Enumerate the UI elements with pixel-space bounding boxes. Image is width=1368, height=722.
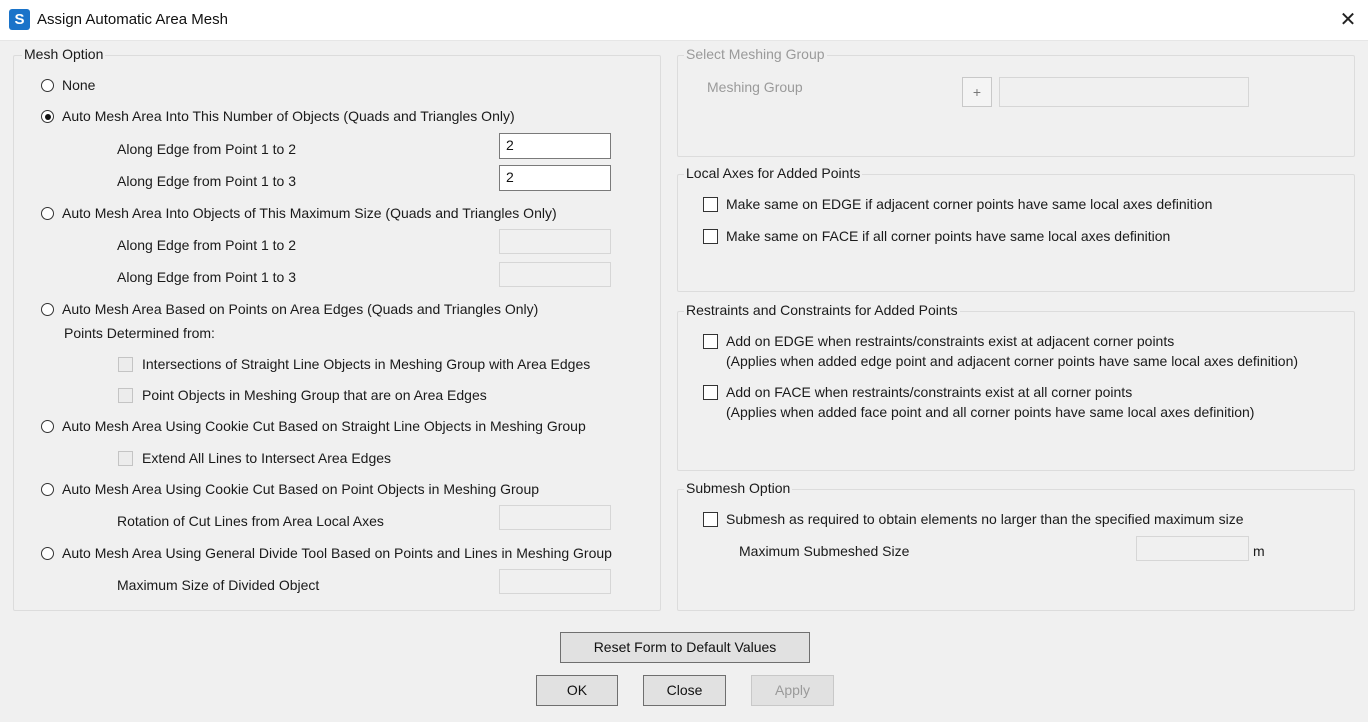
- restraints-legend: Restraints and Constraints for Added Poi…: [684, 302, 960, 318]
- close-icon[interactable]: ✕: [1334, 6, 1362, 34]
- auto-number-edge13-label: Along Edge from Point 1 to 3: [117, 173, 296, 189]
- extend-lines-label: Extend All Lines to Intersect Area Edges: [142, 450, 392, 466]
- radio-cookie-lines[interactable]: [41, 420, 54, 433]
- auto-number-edge12-label: Along Edge from Point 1 to 2: [117, 141, 296, 157]
- close-button[interactable]: Close: [643, 675, 726, 706]
- radio-general-divide-label[interactable]: Auto Mesh Area Using General Divide Tool…: [62, 545, 612, 561]
- reset-form-button[interactable]: Reset Form to Default Values: [560, 632, 810, 663]
- radio-auto-points-label[interactable]: Auto Mesh Area Based on Points on Area E…: [62, 301, 538, 317]
- point-objects-label: Point Objects in Meshing Group that are …: [142, 387, 487, 403]
- app-logo-icon: S: [9, 9, 30, 30]
- auto-number-edge12-input[interactable]: 2: [499, 133, 611, 159]
- rotation-label: Rotation of Cut Lines from Area Local Ax…: [117, 513, 384, 529]
- window-title: Assign Automatic Area Mesh: [37, 11, 228, 28]
- meshing-group-label: Meshing Group: [707, 79, 803, 95]
- radio-auto-number[interactable]: [41, 110, 54, 123]
- local-axes-edge-label[interactable]: Make same on EDGE if adjacent corner poi…: [726, 196, 1212, 212]
- restraints-edge-note: (Applies when added edge point and adjac…: [726, 353, 1299, 369]
- max-divided-size-label: Maximum Size of Divided Object: [117, 577, 320, 593]
- local-axes-legend: Local Axes for Added Points: [684, 165, 863, 181]
- extend-lines-checkbox[interactable]: [118, 451, 133, 466]
- meshing-group-input[interactable]: [999, 77, 1249, 107]
- ok-button[interactable]: OK: [536, 675, 618, 706]
- apply-button[interactable]: Apply: [751, 675, 834, 706]
- radio-auto-size-label[interactable]: Auto Mesh Area Into Objects of This Maxi…: [62, 205, 557, 221]
- radio-cookie-points[interactable]: [41, 483, 54, 496]
- restraints-edge-checkbox[interactable]: [703, 334, 718, 349]
- submesh-label[interactable]: Submesh as required to obtain elements n…: [726, 511, 1244, 527]
- restraints-face-note: (Applies when added face point and all c…: [726, 404, 1255, 420]
- radio-cookie-points-label[interactable]: Auto Mesh Area Using Cookie Cut Based on…: [62, 481, 539, 497]
- auto-points-sublabel: Points Determined from:: [64, 325, 215, 341]
- restraints-face-checkbox[interactable]: [703, 385, 718, 400]
- mesh-option-legend: Mesh Option: [22, 46, 106, 62]
- max-submeshed-size-input[interactable]: [1136, 536, 1249, 561]
- auto-size-edge13-label: Along Edge from Point 1 to 3: [117, 269, 296, 285]
- rotation-input[interactable]: [499, 505, 611, 530]
- auto-size-edge12-label: Along Edge from Point 1 to 2: [117, 237, 296, 253]
- auto-size-edge13-input[interactable]: [499, 262, 611, 287]
- radio-none-label[interactable]: None: [62, 77, 95, 93]
- submesh-checkbox[interactable]: [703, 512, 718, 527]
- restraints-edge-label[interactable]: Add on EDGE when restraints/constraints …: [726, 333, 1174, 349]
- intersections-checkbox[interactable]: [118, 357, 133, 372]
- local-axes-face-checkbox[interactable]: [703, 229, 718, 244]
- meshing-group-legend: Select Meshing Group: [684, 46, 827, 62]
- radio-auto-number-label[interactable]: Auto Mesh Area Into This Number of Objec…: [62, 108, 515, 124]
- auto-size-edge12-input[interactable]: [499, 229, 611, 254]
- max-submeshed-size-unit: m: [1253, 543, 1265, 559]
- restraints-face-label[interactable]: Add on FACE when restraints/constraints …: [726, 384, 1132, 400]
- radio-none[interactable]: [41, 79, 54, 92]
- max-submeshed-size-label: Maximum Submeshed Size: [739, 543, 910, 559]
- local-axes-edge-checkbox[interactable]: [703, 197, 718, 212]
- local-axes-face-label[interactable]: Make same on FACE if all corner points h…: [726, 228, 1170, 244]
- max-divided-size-input[interactable]: [499, 569, 611, 594]
- add-meshing-group-button[interactable]: +: [962, 77, 992, 107]
- radio-auto-points[interactable]: [41, 303, 54, 316]
- submesh-legend: Submesh Option: [684, 480, 793, 496]
- radio-auto-size[interactable]: [41, 207, 54, 220]
- intersections-label: Intersections of Straight Line Objects i…: [142, 356, 591, 372]
- radio-cookie-lines-label[interactable]: Auto Mesh Area Using Cookie Cut Based on…: [62, 418, 586, 434]
- radio-general-divide[interactable]: [41, 547, 54, 560]
- point-objects-checkbox[interactable]: [118, 388, 133, 403]
- auto-number-edge13-input[interactable]: 2: [499, 165, 611, 191]
